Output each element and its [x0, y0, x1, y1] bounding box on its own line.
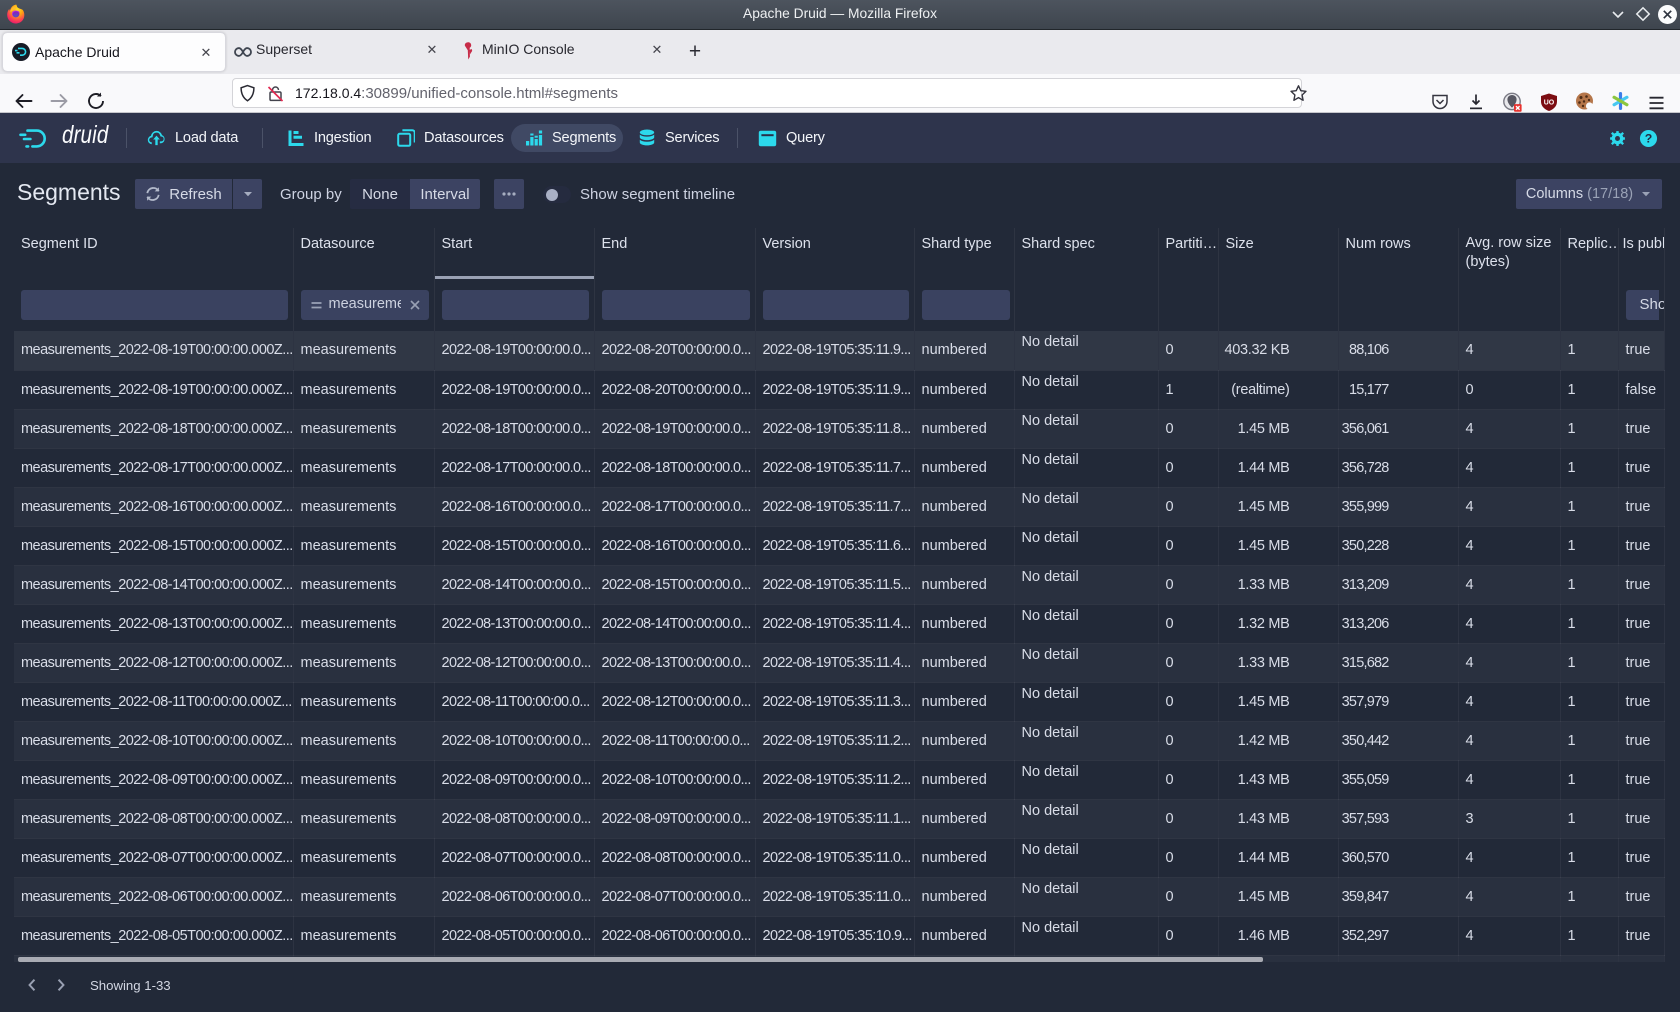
svg-text:?: ?	[1645, 132, 1653, 146]
svg-text:UO: UO	[1544, 100, 1555, 107]
